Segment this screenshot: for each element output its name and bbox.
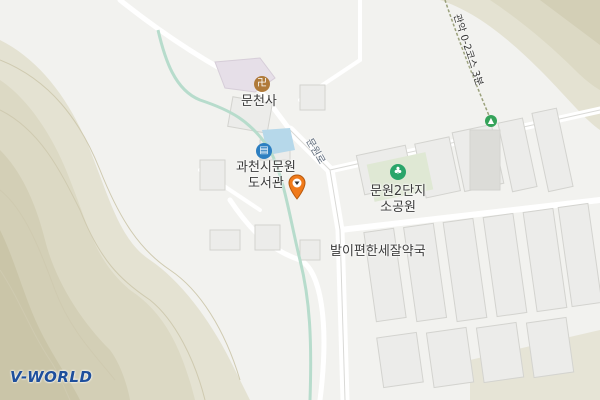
pharmacy-label[interactable]: 발이편한세잘약국	[330, 244, 426, 260]
temple-label[interactable]: 문천사	[241, 94, 277, 110]
park-label[interactable]: 문원2단지 소공원	[370, 184, 426, 216]
library-icon[interactable]: ▤	[256, 143, 272, 159]
location-pin-icon[interactable]	[287, 174, 307, 200]
vworld-logo: V-WORLD	[10, 368, 93, 386]
park-icon[interactable]: ♣	[390, 164, 406, 180]
trail-marker-icon[interactable]: ▲	[485, 115, 497, 127]
map-canvas[interactable]: 卍 문천사 ▤ 과천시문원 도서관 ♣ 문원2단지 소공원 발이편한세잘약국 문…	[0, 0, 600, 400]
temple-icon[interactable]: 卍	[254, 76, 270, 92]
